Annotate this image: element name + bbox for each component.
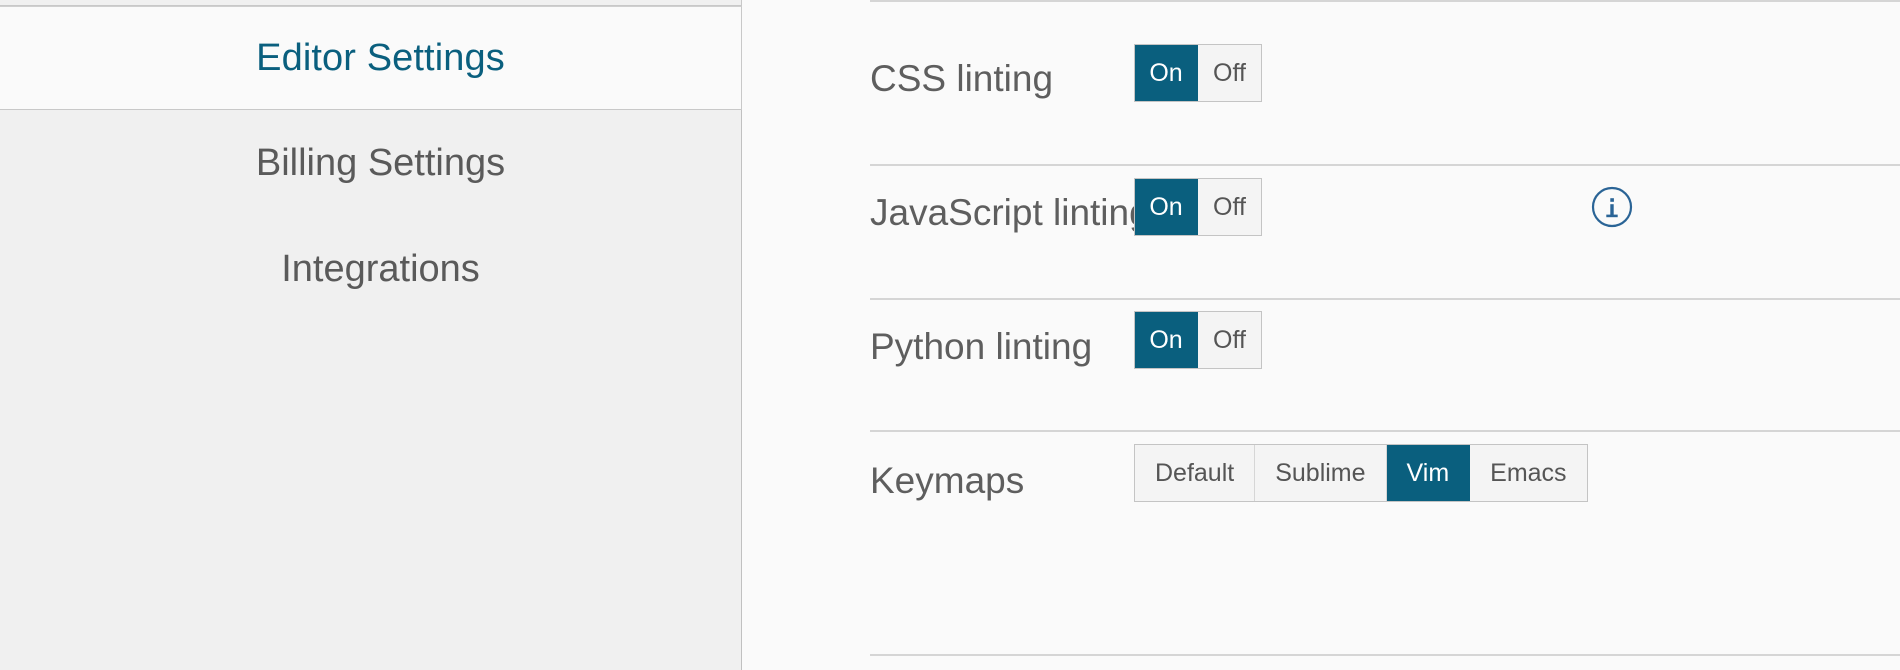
settings-main-panel: CSS linting On Off JavaScript linting On… (742, 0, 1900, 670)
setting-label-javascript-linting: JavaScript linting (870, 192, 1150, 233)
toggle-option-on[interactable]: On (1135, 45, 1198, 101)
toggle-option-off[interactable]: Off (1198, 45, 1261, 101)
keymap-option-emacs[interactable]: Emacs (1470, 445, 1587, 501)
setting-row-css-linting: CSS linting (742, 42, 1900, 104)
setting-row-javascript-linting: JavaScript linting (742, 176, 1900, 238)
row-divider-top (870, 0, 1900, 2)
setting-label-css-linting: CSS linting (870, 58, 1054, 99)
row-divider (870, 430, 1900, 432)
sidebar-item-billing-settings[interactable]: Billing Settings (0, 110, 741, 216)
keymap-option-vim[interactable]: Vim (1386, 445, 1471, 501)
toggle-option-off[interactable]: Off (1198, 179, 1261, 235)
toggle-javascript-linting[interactable]: On Off (1134, 178, 1262, 236)
sidebar-item-integrations[interactable]: Integrations (0, 216, 741, 322)
sidebar-item-label: Integrations (281, 248, 480, 290)
settings-sidebar: Editor Settings Billing Settings Integra… (0, 0, 742, 670)
row-divider (870, 164, 1900, 166)
toggle-option-off[interactable]: Off (1198, 312, 1261, 368)
keymaps-selector[interactable]: Default Sublime Vim Emacs (1134, 444, 1588, 502)
toggle-option-on[interactable]: On (1135, 312, 1198, 368)
toggle-option-on[interactable]: On (1135, 179, 1198, 235)
sidebar-item-editor-settings[interactable]: Editor Settings (0, 6, 742, 110)
row-divider-bottom (870, 654, 1900, 656)
setting-label-keymaps: Keymaps (870, 460, 1025, 501)
toggle-css-linting[interactable]: On Off (1134, 44, 1262, 102)
sidebar-item-label: Editor Settings (256, 37, 505, 79)
keymap-option-default[interactable]: Default (1135, 445, 1256, 501)
row-divider (870, 298, 1900, 300)
sidebar-item-list: Billing Settings Integrations (0, 110, 742, 670)
info-circle-icon[interactable] (1591, 186, 1633, 228)
setting-label-python-linting: Python linting (870, 326, 1093, 367)
keymap-option-sublime[interactable]: Sublime (1255, 445, 1387, 501)
toggle-python-linting[interactable]: On Off (1134, 311, 1262, 369)
setting-row-python-linting: Python linting (742, 310, 1900, 372)
sidebar-item-label: Billing Settings (255, 142, 506, 184)
